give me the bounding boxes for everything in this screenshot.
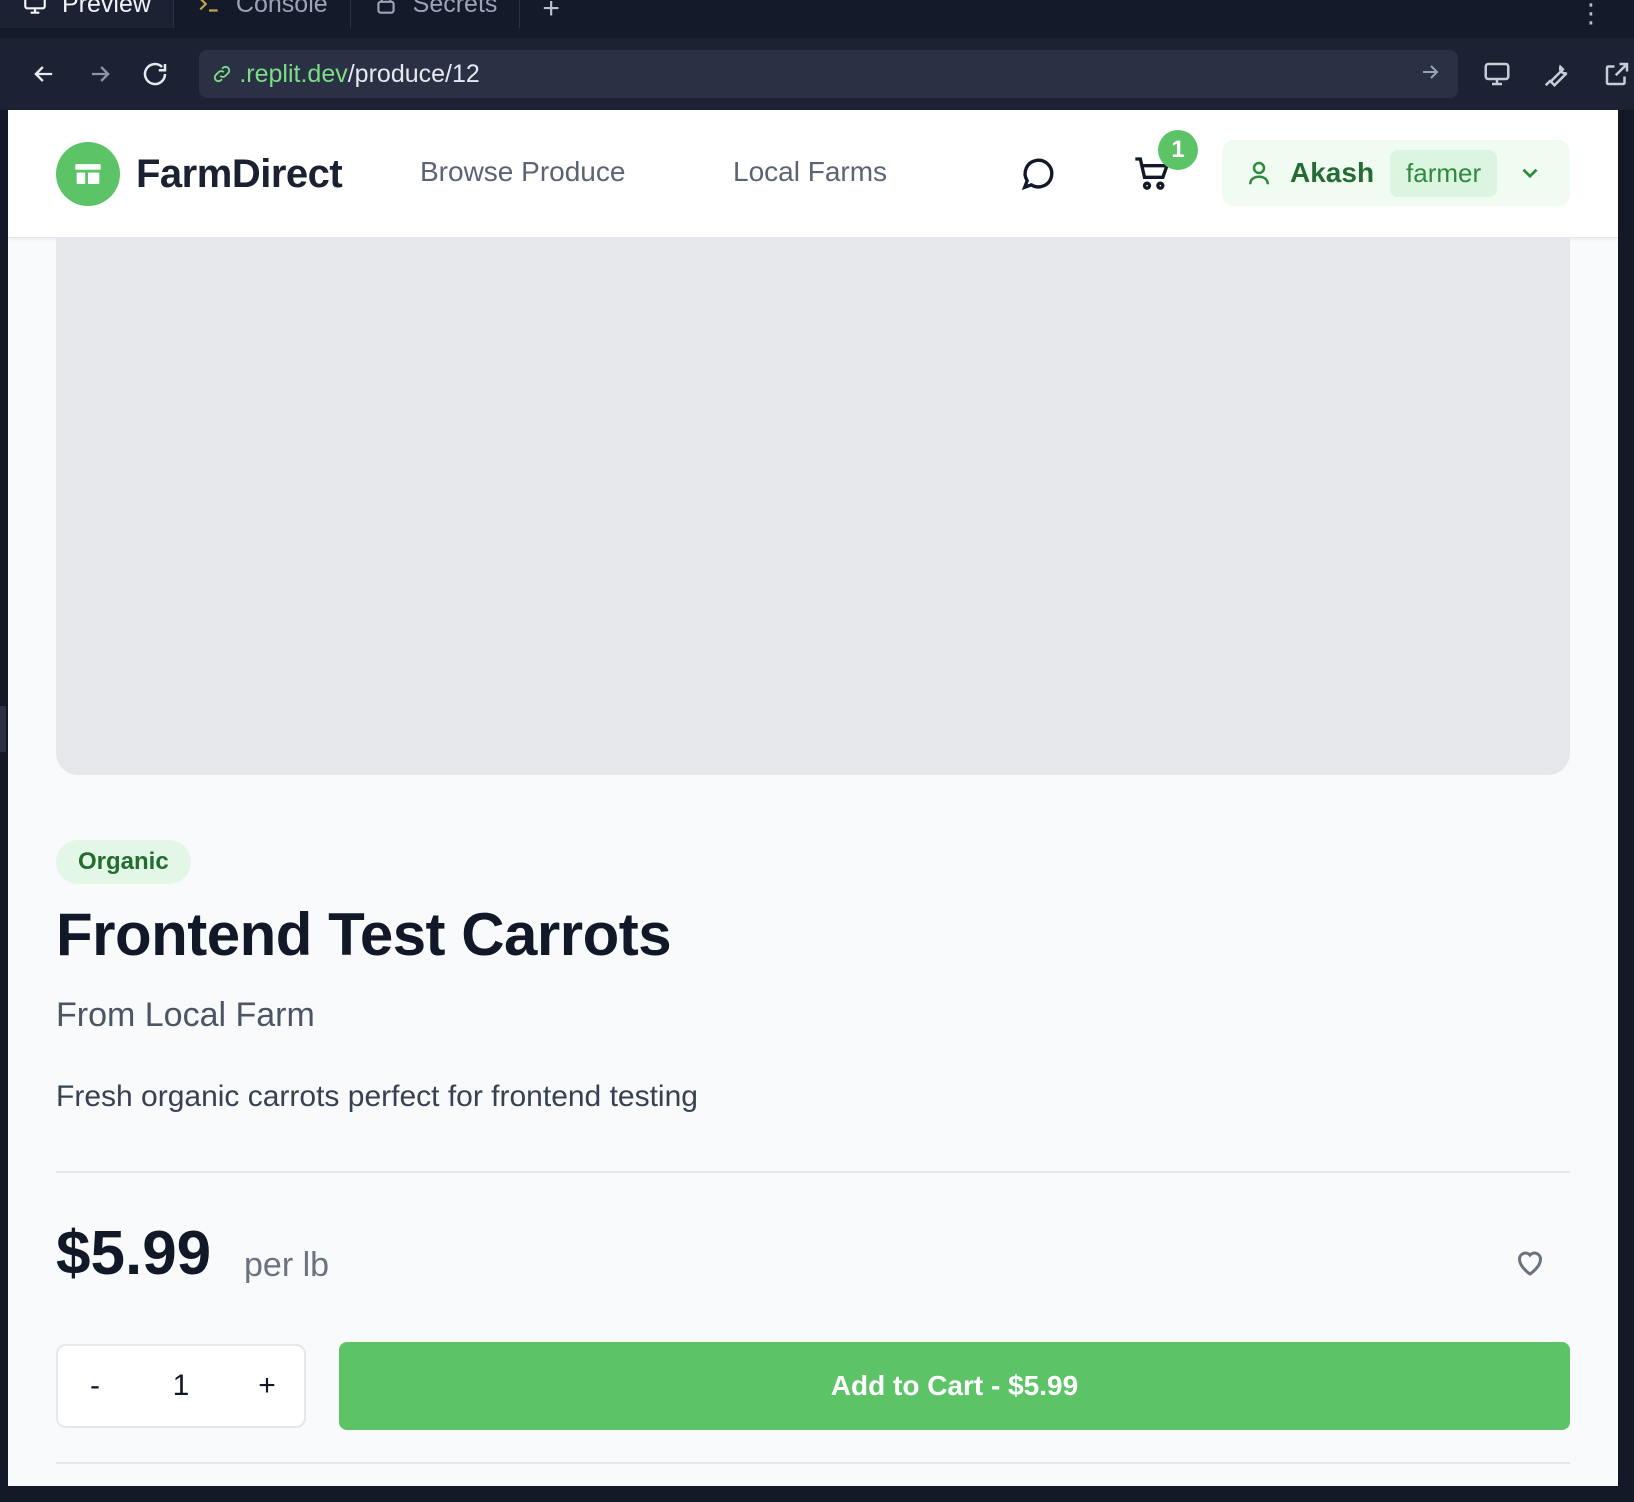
user-role-badge: farmer: [1390, 149, 1498, 197]
decrement-button[interactable]: -: [80, 1369, 110, 1403]
terminal-icon: [196, 0, 222, 17]
product-price: $5.99: [56, 1219, 212, 1288]
tab-preview[interactable]: Preview: [0, 0, 174, 28]
product-farm[interactable]: From Local Farm: [56, 996, 315, 1035]
tab-secrets[interactable]: Secrets: [351, 0, 521, 28]
user-name: Akash: [1290, 157, 1375, 188]
reload-button[interactable]: [138, 56, 174, 92]
user-menu[interactable]: Akash farmer: [1222, 140, 1570, 206]
divider: [56, 1462, 1570, 1464]
panel-resize-handle[interactable]: [0, 706, 6, 752]
product-description: Fresh organic carrots perfect for fronte…: [56, 1080, 698, 1113]
device-preview-icon[interactable]: [1480, 57, 1514, 91]
product-title: Frontend Test Carrots: [56, 901, 672, 968]
ide-tab-bar: Preview Console Secrets + ⋮: [0, 0, 1634, 38]
preview-viewport: FarmDirect Browse Produce Local Farms 1 …: [8, 110, 1618, 1486]
address-bar-row: .replit.dev/produce/12: [0, 38, 1634, 110]
url-field[interactable]: .replit.dev/produce/12: [199, 50, 1458, 98]
tab-label: Preview: [62, 0, 151, 18]
quantity-value[interactable]: 1: [173, 1369, 190, 1403]
increment-button[interactable]: +: [252, 1369, 282, 1403]
add-tab-button[interactable]: +: [520, 0, 582, 26]
more-options-icon[interactable]: ⋮: [1578, 0, 1604, 29]
cart-count-badge: 1: [1158, 130, 1198, 170]
storefront-icon: [56, 142, 120, 206]
price-unit: per lb: [244, 1246, 330, 1284]
tab-label: Console: [235, 0, 328, 18]
product-image-placeholder: [56, 238, 1570, 775]
url-path: /produce/12: [347, 59, 480, 88]
chevron-down-icon: [1515, 158, 1545, 188]
devtools-wrench-icon[interactable]: [1540, 57, 1574, 91]
tab-console[interactable]: Console: [174, 0, 351, 28]
monitor-icon: [22, 0, 48, 17]
link-icon: [211, 63, 233, 85]
back-button[interactable]: [26, 56, 62, 92]
heart-icon[interactable]: [1512, 1244, 1552, 1284]
arrow-right-icon[interactable]: [1418, 60, 1442, 91]
site-header: FarmDirect Browse Produce Local Farms 1 …: [8, 110, 1618, 238]
tab-label: Secrets: [412, 0, 498, 18]
lock-icon: [373, 0, 399, 17]
nav-browse-produce[interactable]: Browse Produce: [420, 156, 625, 188]
add-to-cart-button[interactable]: Add to Cart - $5.99: [339, 1342, 1570, 1430]
forward-button[interactable]: [82, 56, 118, 92]
brand-logo[interactable]: FarmDirect: [56, 142, 343, 206]
brand-name: FarmDirect: [136, 151, 343, 196]
quantity-stepper: - 1 +: [56, 1344, 306, 1428]
open-external-icon[interactable]: [1600, 57, 1634, 91]
divider: [56, 1171, 1570, 1173]
user-icon: [1244, 158, 1274, 188]
nav-local-farms[interactable]: Local Farms: [733, 156, 887, 188]
organic-badge: Organic: [56, 840, 191, 884]
message-icon[interactable]: [1018, 154, 1058, 194]
url-host: .replit.dev: [239, 59, 348, 88]
